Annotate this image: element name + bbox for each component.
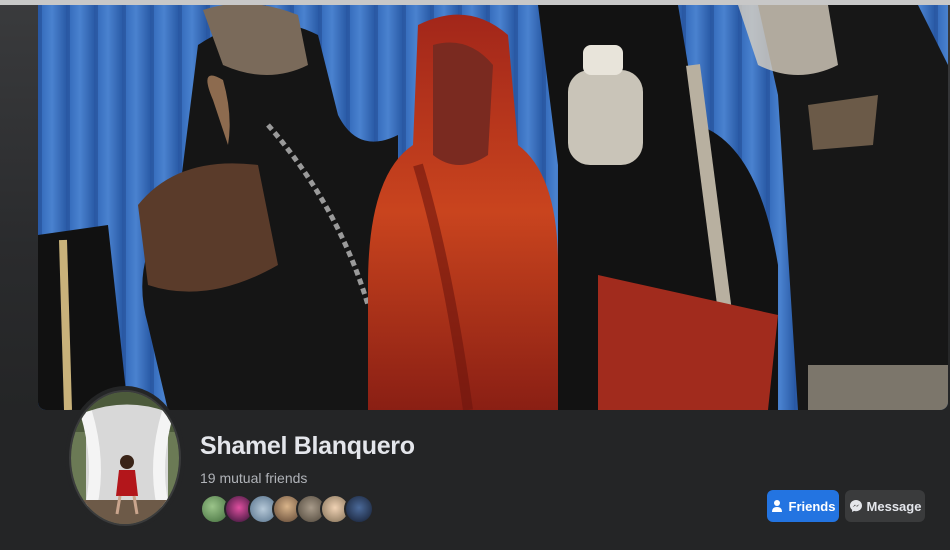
mutual-friends-count[interactable]: 19 mutual friends <box>200 470 307 486</box>
profile-picture[interactable] <box>65 386 185 530</box>
friends-button[interactable]: Friends <box>767 490 839 522</box>
profile-name[interactable]: Shamel Blanquero <box>200 432 415 461</box>
cover-photo[interactable] <box>38 5 948 410</box>
message-button[interactable]: Message <box>845 490 925 522</box>
messenger-icon <box>849 499 863 513</box>
mutual-friends-avatars[interactable] <box>200 494 374 524</box>
person-check-icon <box>771 499 785 513</box>
cover-photo-image <box>38 5 948 410</box>
profile-page: Shamel Blanquero 19 mutual friends Frien… <box>0 0 950 550</box>
avatar-image <box>71 392 179 524</box>
message-button-label: Message <box>866 498 922 514</box>
friends-button-label: Friends <box>788 498 836 514</box>
mutual-friend-avatar[interactable] <box>344 494 374 524</box>
avatar <box>69 390 181 526</box>
